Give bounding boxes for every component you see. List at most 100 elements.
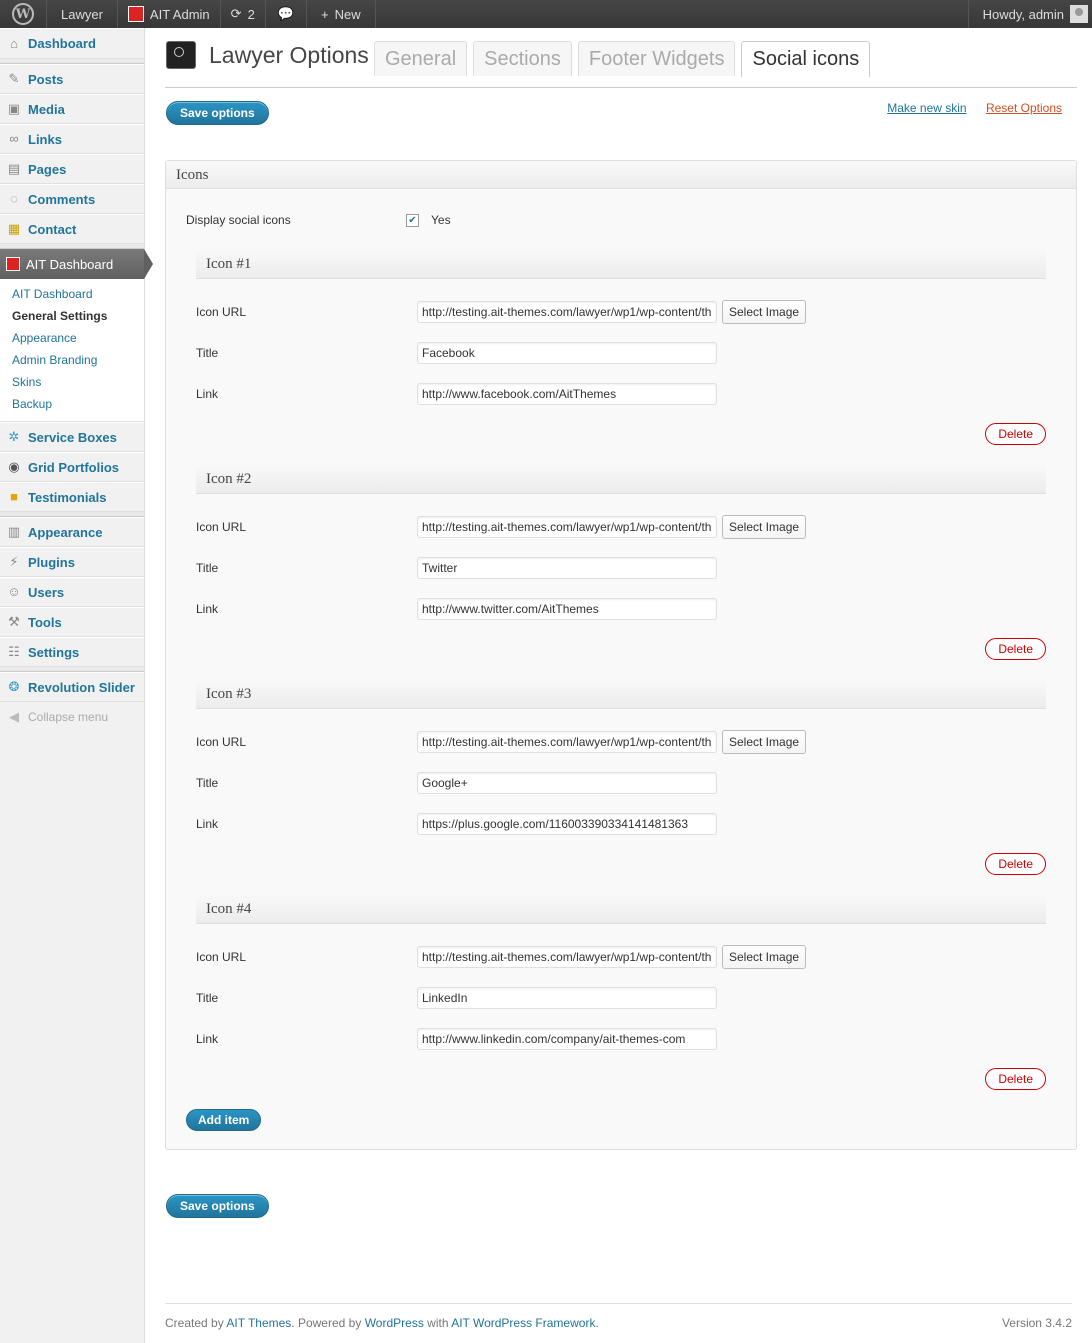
- icon-url-input[interactable]: [417, 515, 717, 538]
- select-image-button[interactable]: Select Image: [722, 514, 807, 539]
- tab-sections[interactable]: Sections: [473, 41, 572, 76]
- delete-icon-button[interactable]: Delete: [985, 423, 1046, 445]
- sidebar-item-comments[interactable]: ◌ Comments: [0, 184, 144, 214]
- select-image-button[interactable]: Select Image: [722, 299, 807, 324]
- submenu-item-ait-dashboard[interactable]: AIT Dashboard: [0, 283, 144, 305]
- sidebar-item-settings[interactable]: ☷ Settings: [0, 637, 144, 667]
- icon-url-input[interactable]: [417, 300, 717, 323]
- select-image-button[interactable]: Select Image: [722, 944, 807, 969]
- sidebar-item-label: Dashboard: [28, 36, 96, 51]
- footer-created-by: Created by: [165, 1316, 224, 1330]
- make-new-skin-link[interactable]: Make new skin: [887, 101, 966, 115]
- tools-icon: ⚒: [8, 614, 20, 629]
- collapse-icon: ◀: [9, 709, 19, 724]
- delete-icon-button[interactable]: Delete: [985, 1068, 1046, 1090]
- ait-framework-link[interactable]: AIT WordPress Framework: [451, 1316, 595, 1330]
- sidebar-item-label: Tools: [28, 614, 62, 630]
- icon-title-input[interactable]: [417, 556, 717, 579]
- collapse-menu-button[interactable]: ◀ Collapse menu: [0, 702, 144, 732]
- icon-url-input[interactable]: [417, 945, 717, 968]
- delete-icon-button[interactable]: Delete: [985, 853, 1046, 875]
- sidebar-item-pages[interactable]: ▤ Pages: [0, 154, 144, 184]
- submenu-item-admin-branding[interactable]: Admin Branding: [0, 349, 144, 371]
- sidebar-item-revolution-slider[interactable]: ❂ Revolution Slider: [0, 672, 144, 702]
- account-menu[interactable]: Howdy, admin: [967, 0, 1092, 28]
- sidebar-item-label: Testimonials: [28, 489, 107, 505]
- icon-link-input[interactable]: [417, 382, 717, 405]
- wordpress-link[interactable]: WordPress: [365, 1316, 424, 1330]
- sidebar-item-appearance[interactable]: ▥ Appearance: [0, 517, 144, 547]
- submenu-item-backup[interactable]: Backup: [0, 393, 144, 415]
- sidebar-item-label: Media: [28, 101, 65, 117]
- sidebar-item-plugins[interactable]: ⚡ Plugins: [0, 547, 144, 577]
- icon-title-row: Title: [196, 547, 1046, 588]
- save-options-button[interactable]: Save options: [166, 1194, 269, 1218]
- delete-icon-button[interactable]: Delete: [985, 638, 1046, 660]
- wordpress-logo-button[interactable]: W: [0, 0, 47, 28]
- comments-link[interactable]: 💬: [266, 0, 307, 28]
- icon-link-input[interactable]: [417, 812, 717, 835]
- new-content-link[interactable]: + New: [307, 0, 376, 28]
- tab-footer-widgets[interactable]: Footer Widgets: [577, 41, 736, 76]
- icon-title-row: Title: [196, 332, 1046, 373]
- sidebar-item-label: Settings: [28, 644, 80, 660]
- icon-url-label: Icon URL: [196, 304, 247, 319]
- submenu-item-skins[interactable]: Skins: [0, 371, 144, 393]
- avatar: [1070, 5, 1088, 23]
- collapse-menu-label: Collapse menu: [28, 710, 109, 724]
- sidebar-item-ait-dashboard[interactable]: AIT Dashboard: [0, 249, 153, 279]
- wordpress-logo-icon: W: [12, 3, 34, 25]
- icon-item: Icon #2 Icon URL Select Image Title Link…: [196, 464, 1046, 669]
- footer-version: Version 3.4.2: [1001, 1316, 1072, 1330]
- footer-with: with: [427, 1316, 449, 1330]
- tab-social-icons[interactable]: Social icons: [741, 41, 871, 77]
- admin-bar: W Lawyer AIT Admin ⟳ 2 💬 + New Howdy, ad…: [0, 0, 1092, 28]
- submenu-item-general-settings[interactable]: General Settings: [0, 305, 144, 327]
- icon-link-row: Link: [196, 373, 1046, 414]
- icon-title-input[interactable]: [417, 986, 717, 1009]
- sidebar-item-tools[interactable]: ⚒ Tools: [0, 607, 144, 637]
- icon-url-row: Icon URL Select Image: [196, 506, 1046, 547]
- theme-logo-icon: [166, 41, 196, 69]
- sidebar-item-media[interactable]: ▣ Media: [0, 94, 144, 124]
- ait-admin-link[interactable]: AIT Admin: [118, 0, 221, 28]
- reset-options-link[interactable]: Reset Options: [986, 101, 1062, 115]
- page-title: Lawyer Options: [209, 42, 369, 68]
- posts-icon: ✎: [8, 71, 20, 86]
- add-item-button[interactable]: Add item: [186, 1109, 262, 1131]
- icon-url-row: Icon URL Select Image: [196, 936, 1046, 977]
- icon-url-label: Icon URL: [196, 734, 247, 749]
- ait-themes-link[interactable]: AIT Themes: [226, 1316, 291, 1330]
- icon-title-input[interactable]: [417, 341, 717, 364]
- save-options-button[interactable]: Save options: [166, 101, 269, 125]
- dashboard-icon: ⌂: [10, 35, 18, 51]
- sidebar-item-posts[interactable]: ✎ Posts: [0, 64, 144, 94]
- icon-link-input[interactable]: [417, 1027, 717, 1050]
- admin-sidebar: ⌂ Dashboard ✎ Posts ▣ Media ∞ Links ▤ Pages ◌…: [0, 28, 153, 1343]
- submenu-item-appearance[interactable]: Appearance: [0, 327, 144, 349]
- icon-url-input[interactable]: [417, 730, 717, 753]
- display-social-icons-checkbox[interactable]: ✔: [406, 213, 419, 227]
- sidebar-item-links[interactable]: ∞ Links: [0, 124, 144, 154]
- icon-link-row: Link: [196, 1018, 1046, 1059]
- sidebar-item-grid-portfolios[interactable]: ◉ Grid Portfolios: [0, 452, 144, 482]
- sidebar-item-contact[interactable]: ▦ Contact: [0, 214, 144, 244]
- sidebar-item-service-boxes[interactable]: ✲ Service Boxes: [0, 422, 144, 452]
- updates-link[interactable]: ⟳ 2: [221, 0, 266, 28]
- tab-general[interactable]: General: [374, 41, 468, 76]
- icon-item: Icon #1 Icon URL Select Image Title Link…: [196, 249, 1046, 454]
- sidebar-item-testimonials[interactable]: ■ Testimonials: [0, 482, 144, 512]
- site-name-link[interactable]: Lawyer: [47, 0, 118, 28]
- icon-link-row: Link: [196, 803, 1046, 844]
- sidebar-item-users[interactable]: ☺ Users: [0, 577, 144, 607]
- sidebar-item-dashboard[interactable]: ⌂ Dashboard: [0, 28, 144, 59]
- icon-title-input[interactable]: [417, 771, 717, 794]
- select-image-button[interactable]: Select Image: [722, 729, 807, 754]
- slider-icon: ❂: [8, 679, 20, 694]
- icon-title-label: Title: [196, 560, 219, 575]
- icon-link-label: Link: [196, 601, 219, 616]
- icon-link-input[interactable]: [417, 597, 717, 620]
- icon-url-label: Icon URL: [196, 949, 247, 964]
- sidebar-item-label: AIT Dashboard: [26, 256, 114, 272]
- sidebar-item-label: Service Boxes: [28, 429, 117, 445]
